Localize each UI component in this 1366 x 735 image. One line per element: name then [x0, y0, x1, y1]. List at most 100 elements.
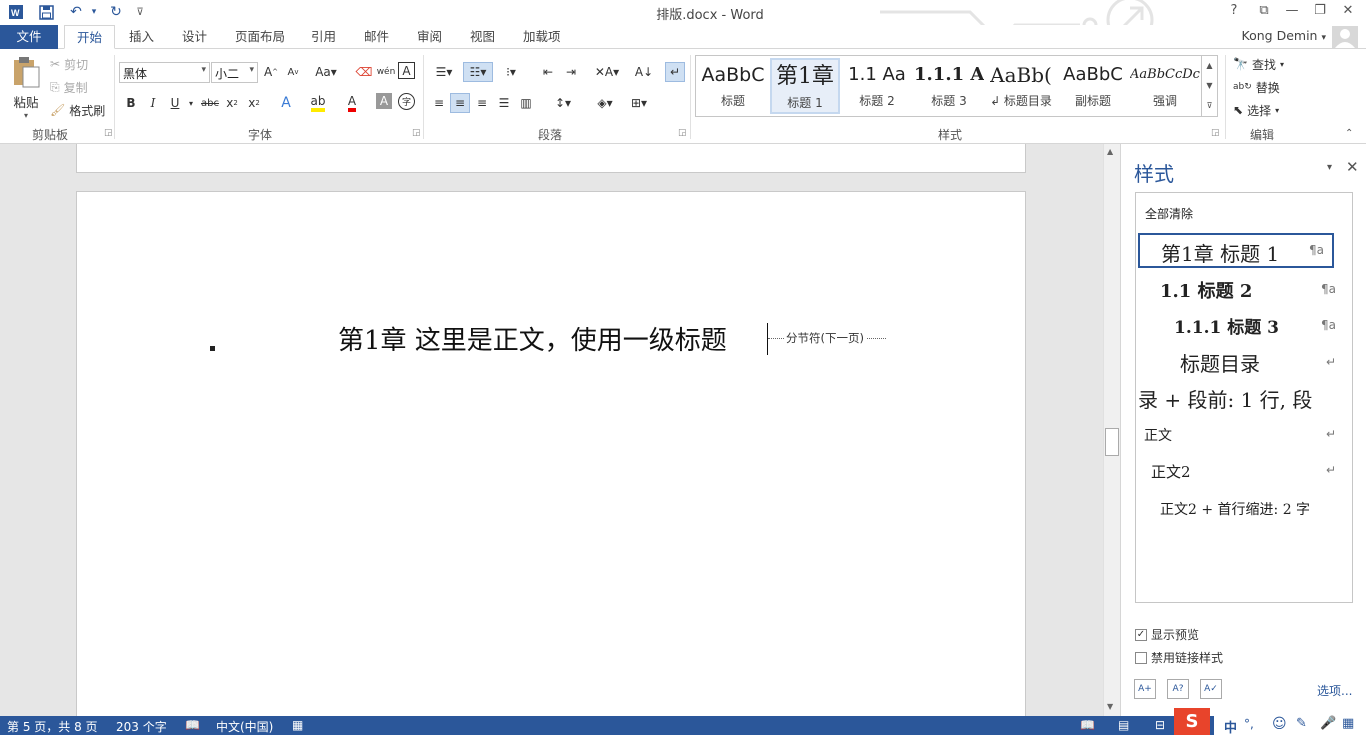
tab-design[interactable]: 设计 — [170, 25, 219, 49]
increase-indent-icon[interactable]: ⇥ — [561, 62, 581, 82]
phonetic-guide-icon[interactable]: wén — [376, 62, 396, 82]
character-shading-icon[interactable]: A — [376, 93, 392, 109]
word-count[interactable]: 203 个字 — [116, 718, 167, 735]
style-inspector-icon[interactable]: A? — [1167, 679, 1189, 699]
dialog-launcher-icon[interactable]: ◲ — [104, 128, 113, 138]
scroll-thumb[interactable] — [1105, 428, 1119, 456]
print-layout-icon[interactable]: ▤ — [1118, 718, 1129, 732]
line-spacing-icon[interactable]: ↕▾ — [548, 93, 578, 113]
copy-button[interactable]: ⎘ 复制 — [50, 78, 88, 96]
style-list-item-normal-2-indent[interactable]: 正文2 + 首行缩进: 2 字 — [1136, 497, 1352, 521]
proofing-icon[interactable]: 📖 — [185, 718, 200, 732]
bold-icon[interactable]: B — [121, 93, 141, 113]
change-case-icon[interactable]: Aa▾ — [312, 62, 340, 82]
new-style-icon[interactable]: A+ — [1134, 679, 1156, 699]
chapter-heading[interactable]: 第1章 这里是正文，使用一级标题 — [338, 320, 727, 357]
avatar[interactable] — [1332, 26, 1358, 48]
style-list-item-normal[interactable]: 正文 ↵ — [1136, 423, 1352, 447]
style-list-item-heading-2[interactable]: 1.1 标题 2 ¶a — [1136, 275, 1352, 305]
read-mode-icon[interactable]: 📖 — [1080, 718, 1095, 732]
distributed-icon[interactable]: ▥ — [516, 93, 536, 113]
tab-view[interactable]: 视图 — [458, 25, 507, 49]
language-indicator[interactable]: 中文(中国) — [216, 718, 273, 735]
collapse-ribbon-icon[interactable]: ⌃ — [1345, 128, 1353, 139]
align-center-icon[interactable]: ≡ — [450, 93, 470, 113]
style-heading-2[interactable]: 1.1 Aa 标题 2 — [842, 58, 912, 114]
numbering-icon[interactable]: ☷▾ — [463, 62, 493, 82]
dialog-launcher-icon[interactable]: ◲ — [412, 128, 421, 138]
strikethrough-icon[interactable]: abc — [198, 93, 222, 113]
show-preview-checkbox[interactable]: ✓ — [1135, 628, 1147, 641]
minimize-button[interactable]: — — [1280, 3, 1304, 21]
clear-formatting-icon[interactable]: ⌫ — [354, 62, 374, 82]
tab-references[interactable]: 引用 — [299, 25, 348, 49]
replace-button[interactable]: ab↻ 替换 — [1233, 78, 1280, 96]
multilevel-list-icon[interactable]: ⁝▾ — [497, 62, 525, 82]
text-effects-icon[interactable]: A — [276, 93, 296, 113]
style-list-item-normal-2[interactable]: 正文2 ↵ — [1136, 459, 1352, 483]
ime-mode[interactable]: 中 — [1224, 717, 1237, 735]
style-heading-1[interactable]: 第1章 标题 1 — [770, 58, 840, 114]
sogou-ime-icon[interactable]: S — [1174, 708, 1210, 735]
select-button[interactable]: ⬉ 选择 ▾ — [1233, 101, 1279, 119]
align-left-icon[interactable]: ≡ — [429, 93, 449, 113]
style-list-item-toc-heading[interactable]: 标题目录 ↵ — [1136, 347, 1352, 379]
cut-button[interactable]: ✂ 剪切 — [50, 55, 88, 73]
find-button[interactable]: 🔭 查找 ▾ — [1233, 55, 1284, 73]
web-layout-icon[interactable]: ⊟ — [1155, 718, 1165, 732]
vertical-scrollbar[interactable]: ▲ ▼ — [1103, 144, 1120, 716]
tab-addins[interactable]: 加载项 — [511, 25, 573, 49]
disable-linked-option[interactable]: 禁用链接样式 — [1135, 649, 1223, 666]
current-page[interactable]: 第1章 这里是正文，使用一级标题 分节符(下一页) — [76, 191, 1026, 716]
tab-home[interactable]: 开始 — [64, 25, 116, 49]
scroll-up-icon[interactable]: ▲ — [1107, 147, 1113, 156]
options-link[interactable]: 选项... — [1317, 682, 1352, 699]
enclose-characters-icon[interactable]: 字 — [398, 93, 415, 110]
undo-dropdown-icon[interactable]: ▾ — [84, 3, 104, 21]
dialog-launcher-icon[interactable]: ◲ — [1211, 128, 1220, 138]
italic-icon[interactable]: I — [143, 93, 163, 113]
style-list-item-heading-3[interactable]: 1.1.1 标题 3 ¶a — [1136, 311, 1352, 341]
close-icon[interactable]: ✕ — [1346, 158, 1359, 176]
scroll-down-icon[interactable]: ▼ — [1107, 702, 1113, 711]
bullets-icon[interactable]: ☰▾ — [430, 62, 458, 82]
shrink-font-icon[interactable]: Av — [283, 62, 303, 82]
manage-styles-icon[interactable]: A✓ — [1200, 679, 1222, 699]
decrease-indent-icon[interactable]: ⇤ — [538, 62, 558, 82]
font-size-dropdown[interactable]: 小二 ▾ — [211, 62, 258, 83]
punctuation-icon[interactable]: °, — [1244, 717, 1254, 731]
chinese-layout-icon[interactable]: ✕A▾ — [592, 62, 622, 82]
dialog-launcher-icon[interactable]: ◲ — [678, 128, 687, 138]
paste-button[interactable]: 粘贴 ▾ — [8, 55, 44, 120]
style-list-item-heading-1[interactable]: 第1章 标题 1 ¶a — [1138, 233, 1334, 268]
highlight-color-icon[interactable]: ab — [308, 93, 328, 113]
style-list-item-toc-modified[interactable]: 录 + 段前: 1 行, 段 — [1136, 383, 1352, 415]
word-app-icon[interactable]: W — [6, 3, 26, 21]
save-icon[interactable] — [36, 3, 56, 21]
help-button[interactable]: ? — [1222, 3, 1246, 21]
justify-icon[interactable]: ☰ — [494, 93, 514, 113]
user-name[interactable]: Kong Demin ▾ — [1242, 28, 1326, 43]
borders-icon[interactable]: ⊞▾ — [624, 93, 654, 113]
grow-font-icon[interactable]: A ^ — [261, 62, 281, 82]
microphone-icon[interactable]: 🎤 — [1320, 716, 1336, 731]
style-emphasis[interactable]: AaBbCcDc 强调 — [1130, 58, 1200, 114]
restore-button[interactable]: ❐ — [1308, 3, 1332, 21]
font-color-icon[interactable]: A — [342, 93, 362, 113]
character-border-icon[interactable]: A — [398, 62, 415, 79]
style-heading-3[interactable]: 1.1.1 A 标题 3 — [914, 58, 984, 114]
shading-icon[interactable]: ◈▾ — [590, 93, 620, 113]
subscript-icon[interactable]: x2 — [222, 93, 242, 113]
tab-insert[interactable]: 插入 — [117, 25, 166, 49]
format-painter-button[interactable]: 🖌 格式刷 — [50, 101, 105, 119]
toolbox-icon[interactable]: ▦ — [1342, 716, 1354, 731]
page-count[interactable]: 第 5 页，共 8 页 — [7, 718, 98, 735]
styles-gallery-scroll[interactable]: ▲ ▼ ⊽ — [1201, 56, 1217, 116]
clear-all-item[interactable]: 全部清除 — [1145, 205, 1352, 222]
font-name-dropdown[interactable]: 黑体 ▾ — [119, 62, 210, 83]
ribbon-display-options-button[interactable]: ⧉ — [1252, 3, 1276, 21]
macro-icon[interactable]: ▦ — [292, 718, 303, 732]
tab-mailings[interactable]: 邮件 — [352, 25, 401, 49]
style-toc-heading[interactable]: AaBb(↲ 标题目录 — [986, 58, 1056, 114]
close-button[interactable]: ✕ — [1336, 3, 1360, 21]
